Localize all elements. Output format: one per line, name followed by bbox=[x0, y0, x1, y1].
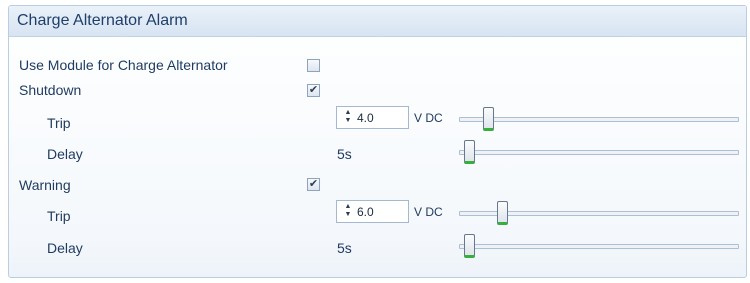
warning-delay-slider[interactable] bbox=[459, 232, 739, 260]
warning-trip-unit: V DC bbox=[414, 205, 443, 219]
shutdown-trip-unit: V DC bbox=[414, 111, 443, 125]
slider-thumb[interactable] bbox=[483, 107, 494, 131]
warning-delay-label: Delay bbox=[47, 240, 83, 256]
panel-header: Charge Alternator Alarm bbox=[9, 6, 746, 37]
shutdown-checkbox[interactable]: ✔ bbox=[307, 84, 320, 97]
warning-trip-spinner[interactable]: ▲ ▼ 6.0 bbox=[336, 200, 409, 223]
shutdown-trip-value: 4.0 bbox=[357, 111, 374, 125]
charge-alternator-alarm-panel: Charge Alternator Alarm Use Module for C… bbox=[8, 5, 747, 278]
slider-track bbox=[459, 150, 739, 155]
use-module-label: Use Module for Charge Alternator bbox=[19, 57, 228, 73]
warning-label: Warning bbox=[19, 177, 71, 193]
warning-trip-slider[interactable] bbox=[459, 199, 739, 227]
use-module-checkbox[interactable] bbox=[307, 59, 320, 72]
shutdown-trip-spinner[interactable]: ▲ ▼ 4.0 bbox=[336, 106, 409, 129]
panel-title: Charge Alternator Alarm bbox=[17, 12, 188, 29]
slider-thumb[interactable] bbox=[464, 234, 475, 258]
shutdown-label: Shutdown bbox=[19, 82, 82, 98]
slider-thumb[interactable] bbox=[497, 201, 508, 225]
warning-delay-value: 5s bbox=[337, 240, 352, 256]
shutdown-trip-slider[interactable] bbox=[459, 105, 739, 133]
slider-thumb[interactable] bbox=[464, 140, 475, 164]
shutdown-delay-label: Delay bbox=[47, 146, 83, 162]
warning-trip-value: 6.0 bbox=[357, 205, 374, 219]
warning-trip-label: Trip bbox=[47, 208, 71, 224]
slider-track bbox=[459, 117, 739, 122]
up-down-arrows-icon[interactable]: ▲ ▼ bbox=[344, 109, 352, 125]
shutdown-trip-label: Trip bbox=[47, 115, 71, 131]
slider-track bbox=[459, 244, 739, 249]
shutdown-delay-slider[interactable] bbox=[459, 138, 739, 166]
up-down-arrows-icon[interactable]: ▲ ▼ bbox=[344, 203, 352, 219]
warning-checkbox[interactable]: ✔ bbox=[307, 178, 320, 191]
shutdown-delay-value: 5s bbox=[337, 146, 352, 162]
